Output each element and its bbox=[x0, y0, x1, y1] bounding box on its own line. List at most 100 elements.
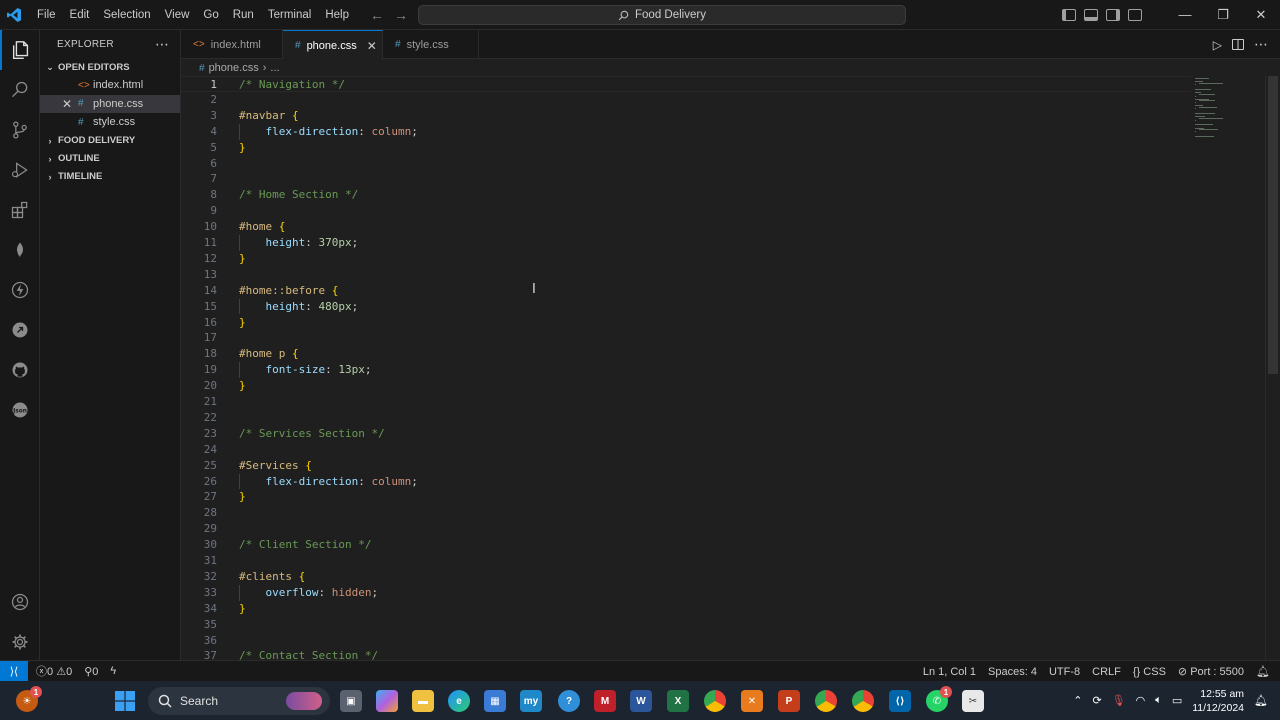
weather-widget-icon[interactable]: ☀ 1 bbox=[16, 686, 42, 712]
code-line[interactable]: 24 bbox=[181, 442, 1191, 458]
extensions-icon[interactable] bbox=[0, 190, 40, 230]
code-line[interactable]: 36 bbox=[181, 633, 1191, 649]
menu-selection[interactable]: Selection bbox=[96, 0, 157, 30]
code-line[interactable]: 2 bbox=[181, 92, 1191, 108]
minimize-button[interactable]: — bbox=[1166, 0, 1204, 30]
accounts-icon[interactable] bbox=[0, 582, 40, 622]
customize-layout-icon[interactable] bbox=[1128, 9, 1142, 21]
explorer-icon[interactable] bbox=[0, 30, 40, 70]
code-line[interactable]: 6 bbox=[181, 156, 1191, 172]
split-editor-icon[interactable] bbox=[1232, 39, 1244, 50]
taskbar-search[interactable]: Search bbox=[148, 687, 330, 715]
battery-icon[interactable]: ▭ bbox=[1172, 694, 1182, 707]
code-line[interactable]: 1 /* Navigation */ bbox=[181, 76, 1191, 92]
edge-browser-icon[interactable]: e bbox=[448, 690, 470, 712]
xampp-icon[interactable]: ✕ bbox=[741, 690, 763, 712]
excel-icon[interactable]: X bbox=[667, 690, 689, 712]
code-line[interactable]: 18 #home p { bbox=[181, 346, 1191, 362]
tab-style-css[interactable]: # style.css bbox=[383, 30, 479, 59]
sync-icon[interactable]: ⟳ bbox=[1092, 694, 1101, 707]
code-line[interactable]: 29 bbox=[181, 521, 1191, 537]
mongodb-leaf-icon[interactable] bbox=[0, 230, 40, 270]
code-line[interactable]: 37 /* Contact Section */ bbox=[181, 648, 1191, 660]
open-editor-item[interactable]: <> index.html bbox=[40, 76, 180, 95]
indentation[interactable]: Spaces: 4 bbox=[988, 666, 1037, 678]
open-editors-section[interactable]: ⌄ OPEN EDITORS bbox=[40, 58, 180, 76]
chevron-up-icon[interactable]: ⌃ bbox=[1073, 694, 1082, 707]
file-explorer-icon[interactable]: ▬ bbox=[412, 690, 434, 712]
code-line[interactable]: 28 bbox=[181, 505, 1191, 521]
open-editor-item[interactable]: # style.css bbox=[40, 113, 180, 132]
code-line[interactable]: 9 bbox=[181, 203, 1191, 219]
vertical-scrollbar[interactable] bbox=[1268, 76, 1278, 374]
chrome-icon[interactable] bbox=[704, 690, 726, 712]
run-icon[interactable]: ▷ bbox=[1213, 38, 1222, 52]
code-line[interactable]: 15 height: 480px; bbox=[181, 299, 1191, 315]
json-icon[interactable]: Json bbox=[0, 390, 40, 430]
close-icon[interactable]: ✕ bbox=[367, 39, 377, 53]
source-control-icon[interactable] bbox=[0, 110, 40, 150]
code-line[interactable]: 22 bbox=[181, 410, 1191, 426]
code-line[interactable]: 8 /* Home Section */ bbox=[181, 187, 1191, 203]
copilot-icon[interactable] bbox=[376, 690, 398, 712]
open-editor-item[interactable]: ✕ # phone.css bbox=[40, 94, 180, 113]
notifications-bell-icon[interactable]: 🔔︎ bbox=[1254, 694, 1268, 707]
close-icon[interactable]: ✕ bbox=[62, 97, 72, 111]
code-editor[interactable]: 1/* Navigation */2 3 #navbar {4 flex-direc… bbox=[181, 76, 1280, 660]
help-app-icon[interactable]: ? bbox=[558, 690, 580, 712]
live-share-icon[interactable] bbox=[0, 310, 40, 350]
code-line[interactable]: 33 overflow: hidden; bbox=[181, 585, 1191, 601]
whatsapp-icon[interactable]: ✆ 1 bbox=[926, 686, 952, 712]
code-line[interactable]: 13 bbox=[181, 267, 1191, 283]
code-line[interactable]: 7 bbox=[181, 171, 1191, 187]
more-actions-icon[interactable]: ⋯ bbox=[1254, 36, 1268, 53]
run-debug-icon[interactable] bbox=[0, 150, 40, 190]
code-line[interactable]: 5} bbox=[181, 140, 1191, 156]
lightning-icon[interactable]: ϟ bbox=[110, 665, 116, 677]
tab-phone-css[interactable]: # phone.css ✕ bbox=[283, 30, 383, 60]
forward-arrow-icon[interactable]: → bbox=[394, 7, 408, 23]
code-line[interactable]: 11 height: 370px; bbox=[181, 235, 1191, 251]
timeline-section[interactable]: › TIMELINE bbox=[40, 168, 180, 186]
back-arrow-icon[interactable]: ← bbox=[370, 7, 384, 23]
folder-section[interactable]: › FOOD DELIVERY bbox=[40, 132, 180, 150]
snipping-tool-icon[interactable]: ✂ bbox=[962, 690, 984, 712]
chrome-profile-2-icon[interactable] bbox=[852, 690, 874, 712]
breadcrumb-symbol[interactable]: ... bbox=[270, 62, 279, 74]
language-mode[interactable]: {} CSS bbox=[1133, 666, 1166, 678]
code-line[interactable]: 31 bbox=[181, 553, 1191, 569]
menu-run[interactable]: Run bbox=[226, 0, 261, 30]
more-actions-icon[interactable]: ⋯ bbox=[155, 36, 170, 53]
close-window-button[interactable]: ✕ bbox=[1242, 0, 1280, 30]
code-line[interactable]: 14 #home::before { bbox=[181, 283, 1191, 299]
toggle-primary-sidebar-icon[interactable] bbox=[1062, 9, 1076, 21]
github-icon[interactable] bbox=[0, 350, 40, 390]
code-line[interactable]: 3 #navbar { bbox=[181, 108, 1191, 124]
code-line[interactable]: 21 bbox=[181, 394, 1191, 410]
volume-icon[interactable]: 🔈︎ bbox=[1155, 694, 1162, 707]
toggle-panel-icon[interactable] bbox=[1084, 9, 1098, 21]
breadcrumb-file[interactable]: phone.css bbox=[209, 62, 259, 74]
code-line[interactable]: 10 #home { bbox=[181, 219, 1191, 235]
code-line[interactable]: 20} bbox=[181, 378, 1191, 394]
command-center[interactable]: Food Delivery bbox=[418, 5, 906, 25]
menu-help[interactable]: Help bbox=[318, 0, 356, 30]
vscode-taskbar-icon[interactable]: ⟨⟩ bbox=[889, 690, 911, 712]
chrome-profile-icon[interactable] bbox=[815, 690, 837, 712]
remote-indicator-icon[interactable]: ⟩⟨ bbox=[0, 660, 28, 682]
encoding[interactable]: UTF-8 bbox=[1049, 666, 1080, 678]
menu-view[interactable]: View bbox=[158, 0, 197, 30]
start-button-windows-icon[interactable] bbox=[114, 690, 136, 712]
code-line[interactable]: 17 bbox=[181, 330, 1191, 346]
cursor-position[interactable]: Ln 1, Col 1 bbox=[923, 666, 976, 678]
code-line[interactable]: 26 flex-direction: column; bbox=[181, 474, 1191, 490]
code-line[interactable]: 27} bbox=[181, 489, 1191, 505]
mysql-icon[interactable]: my bbox=[520, 690, 542, 712]
minimap[interactable] bbox=[1193, 76, 1263, 137]
code-line[interactable]: 30 /* Client Section */ bbox=[181, 537, 1191, 553]
code-line[interactable]: 23 /* Services Section */ bbox=[181, 426, 1191, 442]
clock[interactable]: 12:55 am 11/12/2024 bbox=[1192, 687, 1244, 715]
task-view-icon[interactable]: ▣ bbox=[340, 690, 362, 712]
thunder-client-icon[interactable] bbox=[0, 270, 40, 310]
microsoft-store-icon[interactable]: ▦ bbox=[484, 690, 506, 712]
